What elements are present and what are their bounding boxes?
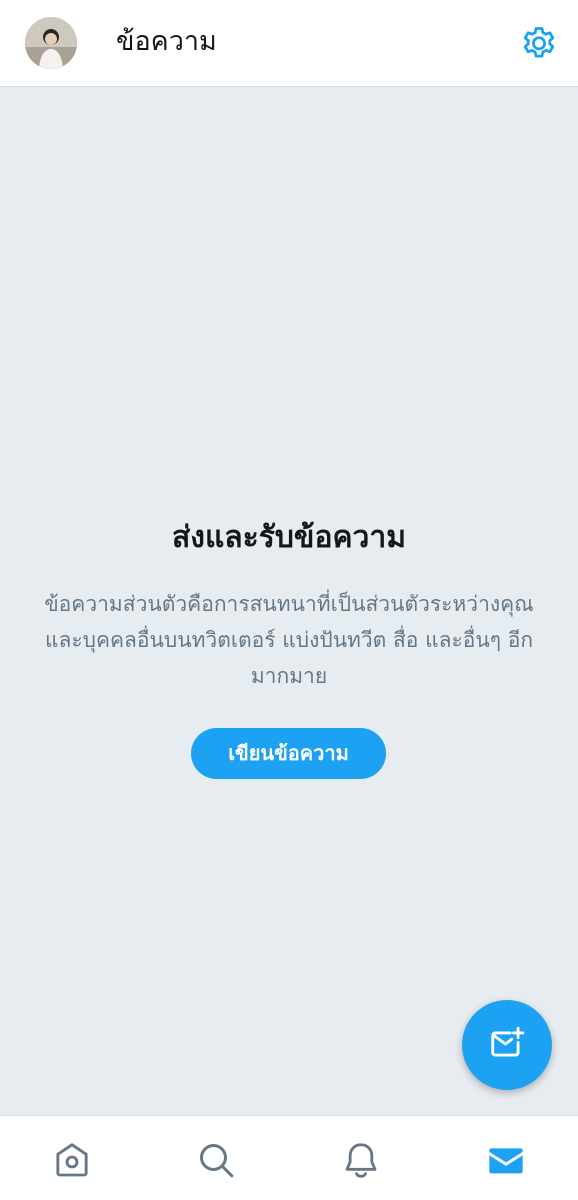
write-message-button[interactable]: เขียนข้อความ <box>191 728 386 779</box>
settings-button[interactable] <box>518 22 560 64</box>
bell-icon <box>345 1143 377 1178</box>
new-message-icon <box>491 1026 525 1057</box>
bottom-navigation <box>0 1115 578 1200</box>
search-icon <box>200 1144 234 1178</box>
mail-icon <box>489 1148 523 1174</box>
nav-messages[interactable] <box>486 1140 526 1180</box>
empty-state-title: ส่งและรับข้อความ <box>171 520 406 555</box>
new-message-fab[interactable] <box>462 1000 552 1090</box>
nav-notifications[interactable] <box>341 1140 381 1180</box>
top-app-bar: ข้อความ <box>0 0 578 87</box>
nav-home[interactable] <box>52 1140 92 1180</box>
profile-avatar[interactable] <box>25 17 77 69</box>
home-icon <box>56 1143 88 1177</box>
gear-icon <box>523 27 555 58</box>
nav-search[interactable] <box>196 1140 236 1180</box>
page-title: ข้อความ <box>116 26 217 57</box>
avatar-image <box>25 17 77 69</box>
empty-state-description: ข้อความส่วนตัวคือการสนทนาที่เป็นส่วนตัวร… <box>44 592 534 688</box>
